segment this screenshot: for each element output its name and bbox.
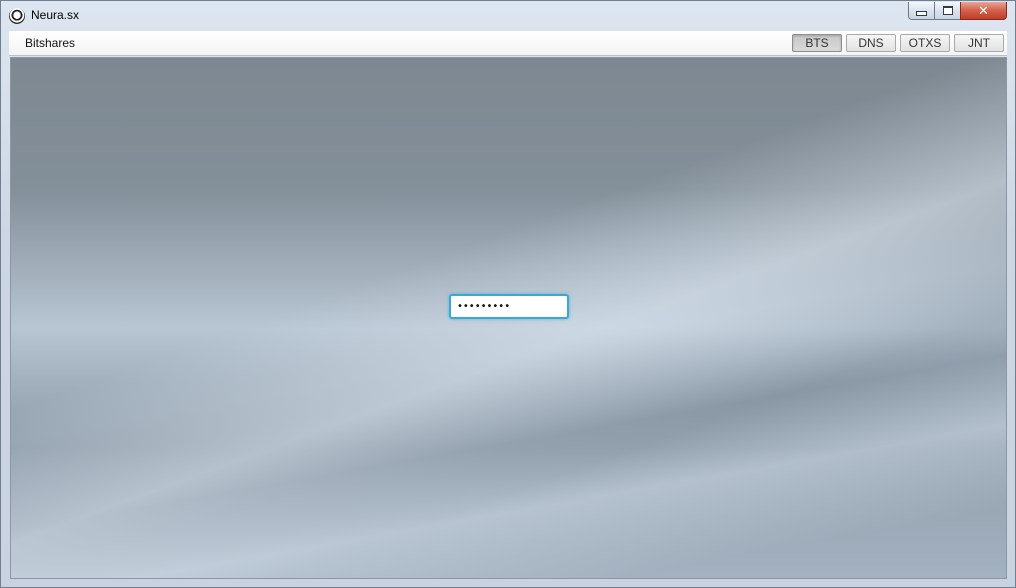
tab-otxs[interactable]: OTXS	[900, 34, 950, 52]
tab-dns[interactable]: DNS	[846, 34, 896, 52]
maximize-icon	[942, 6, 953, 15]
menu-bitshares[interactable]: Bitshares	[19, 36, 81, 50]
tab-bts[interactable]: BTS	[792, 34, 842, 52]
password-field[interactable]	[449, 294, 569, 319]
window-title: Neura.sx	[31, 8, 80, 22]
neura-logo-icon	[9, 8, 25, 24]
minimize-button[interactable]	[908, 2, 935, 20]
tab-jnt[interactable]: JNT	[954, 34, 1004, 52]
main-content	[10, 57, 1007, 579]
minimize-icon	[916, 10, 927, 16]
maximize-button[interactable]	[934, 2, 961, 20]
close-icon: ✕	[978, 3, 989, 18]
menu-bar: Bitshares BTS DNS OTXS JNT	[9, 31, 1007, 56]
app-window: Neura.sx ✕ Bitshares BTS DNS OTXS JNT	[0, 0, 1016, 588]
title-bar[interactable]: Neura.sx ✕	[1, 1, 1015, 29]
close-button[interactable]: ✕	[960, 2, 1007, 20]
